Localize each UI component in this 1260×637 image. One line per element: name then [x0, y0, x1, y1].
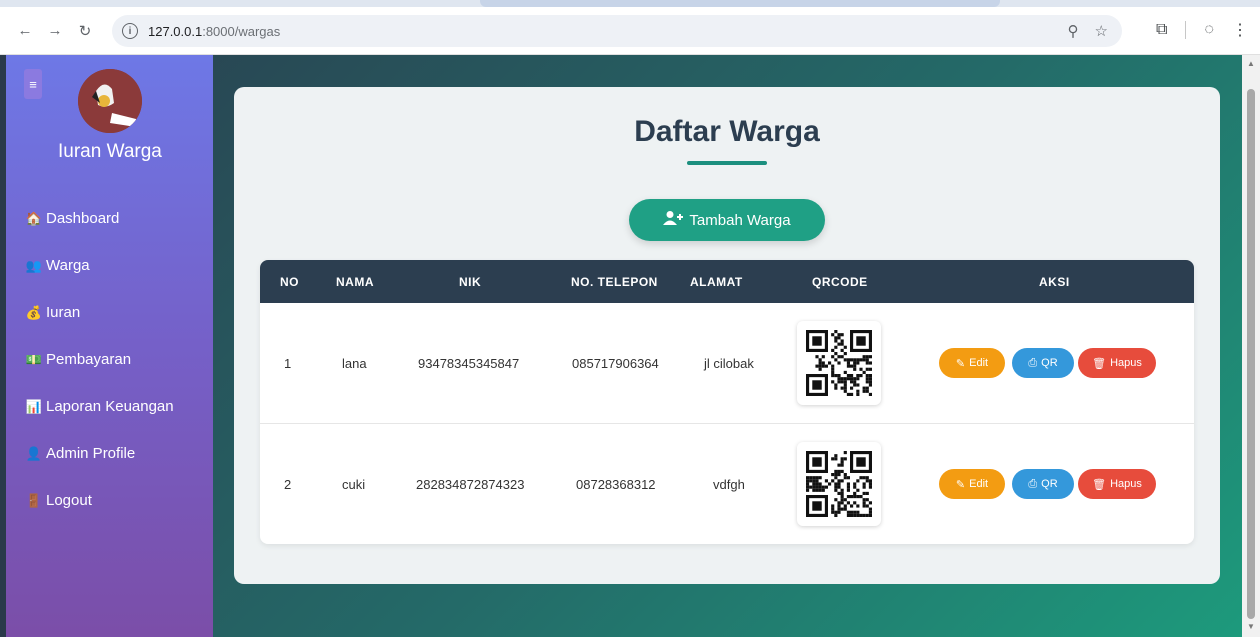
- site-info-icon[interactable]: i: [122, 23, 138, 39]
- address-bar[interactable]: i 127.0.0.1:8000/wargas ⚲ ☆: [112, 15, 1122, 47]
- add-user-icon: [663, 210, 684, 230]
- forward-icon[interactable]: →: [44, 20, 66, 42]
- hand-coin-icon: [78, 69, 142, 133]
- print-qr-button[interactable]: ⎙ QR: [1012, 469, 1074, 499]
- column-header-no: NO: [280, 275, 299, 289]
- qr-code-image: [797, 321, 881, 405]
- bookmark-star-icon[interactable]: ☆: [1095, 22, 1108, 40]
- sidebar-item-label: Pembayaran: [46, 351, 132, 368]
- column-header-nama: NAMA: [336, 275, 374, 289]
- sidebar-item-label: Logout: [46, 492, 92, 509]
- zoom-icon[interactable]: ⚲: [1068, 22, 1079, 40]
- home-icon: 🏠: [25, 210, 43, 226]
- content-card: Daftar Warga Tambah Warga NO NAMA NIK NO…: [234, 87, 1220, 584]
- column-header-alamat: ALAMAT: [690, 275, 743, 289]
- reload-icon[interactable]: ↻: [74, 20, 96, 42]
- edit-button[interactable]: ✎ Edit: [939, 348, 1005, 378]
- qr-label: QR: [1041, 357, 1058, 369]
- edit-label: Edit: [969, 478, 989, 490]
- sidebar-item-label: Warga: [46, 257, 90, 274]
- column-header-telepon: NO. TELEPON: [571, 275, 658, 289]
- cell-telepon: 085717906364: [572, 356, 659, 371]
- cell-nik: 282834872874323: [416, 477, 525, 492]
- print-icon: ⎙: [1028, 356, 1038, 369]
- avatar: [78, 69, 142, 133]
- sidebar-item-label: Laporan Keuangan: [46, 398, 174, 415]
- cell-alamat: vdfgh: [713, 477, 745, 492]
- print-qr-button[interactable]: ⎙ QR: [1012, 348, 1074, 378]
- edit-label: Edit: [969, 357, 989, 369]
- sidebar: ≡ Iuran Warga 🏠 Dashboard 👥 Warga 💰 Iuran: [6, 55, 213, 637]
- page-scrollbar[interactable]: ▲ ▼: [1242, 55, 1260, 637]
- sidebar-item-iuran[interactable]: 💰 Iuran: [6, 289, 213, 336]
- page-content: ≡ Iuran Warga 🏠 Dashboard 👥 Warga 💰 Iuran: [6, 55, 1242, 637]
- delete-label: Hapus: [1110, 478, 1142, 490]
- sidebar-item-warga[interactable]: 👥 Warga: [6, 242, 213, 289]
- table-row: 1 lana 93478345345847 085717906364 jl ci…: [260, 303, 1194, 424]
- edit-icon: ✎: [955, 357, 966, 370]
- money-bag-icon: 💰: [25, 304, 43, 320]
- cash-icon: 💵: [25, 351, 43, 367]
- toolbar-divider: [1185, 21, 1187, 39]
- cell-nama: cuki: [342, 477, 366, 492]
- scroll-up-icon[interactable]: ▲: [1247, 59, 1255, 68]
- add-warga-button[interactable]: Tambah Warga: [629, 199, 825, 241]
- scroll-down-icon[interactable]: ▼: [1247, 622, 1255, 631]
- sidebar-item-label: Dashboard: [46, 210, 120, 227]
- user-icon: 👤: [25, 445, 43, 461]
- cell-nik: 93478345345847: [418, 356, 520, 371]
- browser-toolbar: ← → ↻ i 127.0.0.1:8000/wargas ⚲ ☆ ⧉ ◌ ⋮: [0, 7, 1260, 55]
- scrollbar-thumb[interactable]: [1247, 89, 1255, 619]
- cell-alamat: jl cilobak: [704, 356, 754, 371]
- edit-button[interactable]: ✎ Edit: [939, 469, 1005, 499]
- sidebar-nav: 🏠 Dashboard 👥 Warga 💰 Iuran 💵 Pembayaran 📊 La…: [6, 195, 213, 524]
- trash-icon: 🗑: [1092, 357, 1107, 370]
- people-icon: 👥: [25, 257, 43, 273]
- add-warga-label: Tambah Warga: [689, 211, 791, 229]
- cell-no: 1: [284, 356, 292, 371]
- extensions-icon[interactable]: ⧉: [1156, 21, 1167, 39]
- sidebar-item-admin-profile[interactable]: 👤 Admin Profile: [6, 430, 213, 477]
- edit-icon: ✎: [955, 478, 966, 491]
- table-row: 2 cuki 282834872874323 08728368312 vdfgh…: [260, 424, 1194, 544]
- sidebar-item-laporan-keuangan[interactable]: 📊 Laporan Keuangan: [6, 383, 213, 430]
- qr-label: QR: [1041, 478, 1058, 490]
- page-title: Daftar Warga: [634, 115, 820, 148]
- delete-button[interactable]: 🗑 Hapus: [1078, 469, 1156, 499]
- delete-button[interactable]: 🗑 Hapus: [1078, 348, 1156, 378]
- hamburger-icon[interactable]: ≡: [24, 69, 42, 99]
- delete-label: Hapus: [1110, 357, 1142, 369]
- sidebar-item-pembayaran[interactable]: 💵 Pembayaran: [6, 336, 213, 383]
- browser-tab-strip: [0, 0, 1260, 7]
- print-icon: ⎙: [1028, 477, 1038, 490]
- sidebar-item-dashboard[interactable]: 🏠 Dashboard: [6, 195, 213, 242]
- sidebar-item-logout[interactable]: 🚪 Logout: [6, 477, 213, 524]
- column-header-nik: NIK: [459, 275, 482, 289]
- chart-icon: 📊: [25, 398, 43, 414]
- column-header-qrcode: QRCODE: [812, 275, 868, 289]
- brand-title: Iuran Warga: [58, 141, 162, 162]
- sidebar-item-label: Admin Profile: [46, 445, 136, 462]
- table-header: NO NAMA NIK NO. TELEPON ALAMAT QRCODE AK…: [260, 260, 1194, 303]
- warga-table: NO NAMA NIK NO. TELEPON ALAMAT QRCODE AK…: [260, 260, 1194, 544]
- cell-nama: lana: [342, 356, 367, 371]
- title-underline: [687, 161, 767, 165]
- profile-icon[interactable]: ◌: [1204, 21, 1214, 39]
- browser-tab[interactable]: [480, 0, 1000, 7]
- sidebar-item-label: Iuran: [46, 304, 81, 321]
- qr-code-image: [797, 442, 881, 526]
- url-text[interactable]: 127.0.0.1:8000/wargas: [148, 24, 280, 39]
- cell-no: 2: [284, 477, 292, 492]
- trash-icon: 🗑: [1092, 478, 1107, 491]
- back-icon[interactable]: ←: [14, 20, 36, 42]
- column-header-aksi: AKSI: [1039, 275, 1070, 289]
- menu-kebab-icon[interactable]: ⋮: [1232, 20, 1248, 40]
- door-icon: 🚪: [25, 492, 43, 508]
- cell-telepon: 08728368312: [576, 477, 656, 492]
